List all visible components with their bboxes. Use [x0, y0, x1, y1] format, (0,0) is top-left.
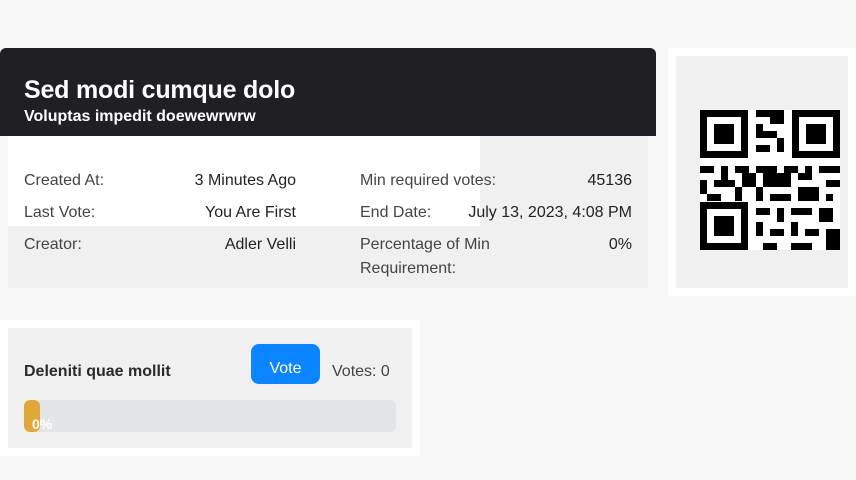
qr-code-graphic [700, 110, 840, 250]
votes-count: Votes: 0 [332, 363, 390, 380]
end-date-value: July 13, 2023, 4:08 PM [468, 204, 632, 221]
creator-label: Creator: [24, 236, 82, 253]
last-vote-value: You Are First [204, 204, 296, 221]
poll-header: Sed modi cumque dolo Voluptas impedit do… [0, 48, 656, 136]
poll-title: Sed modi cumque dolo [24, 76, 296, 104]
vote-button[interactable]: Vote [251, 344, 320, 384]
created-at-label: Created At: [24, 172, 105, 189]
created-at-value: 3 Minutes Ago [194, 172, 296, 189]
creator-value: Adler Velli [224, 236, 296, 253]
vote-option-card [0, 320, 420, 456]
percentage-value: 0% [608, 236, 632, 253]
end-date-label: End Date: [360, 204, 432, 221]
qr-panel-inner [676, 56, 848, 288]
qr-code-icon [700, 110, 840, 250]
min-votes-value: 45136 [587, 172, 633, 189]
percentage-label-line1: Percentage of Min [360, 236, 490, 253]
poll-subtitle: Voluptas impedit doewewrwrw [24, 108, 256, 125]
last-vote-label: Last Vote: [24, 204, 96, 221]
vote-progress-bar: 0% [24, 400, 396, 432]
min-votes-label: Min required votes: [360, 172, 497, 189]
option-name: Deleniti quae mollit [24, 363, 171, 380]
vote-progress-text: 0% [32, 416, 53, 432]
percentage-label-line2: Requirement: [360, 260, 457, 277]
qr-panel [668, 48, 856, 296]
